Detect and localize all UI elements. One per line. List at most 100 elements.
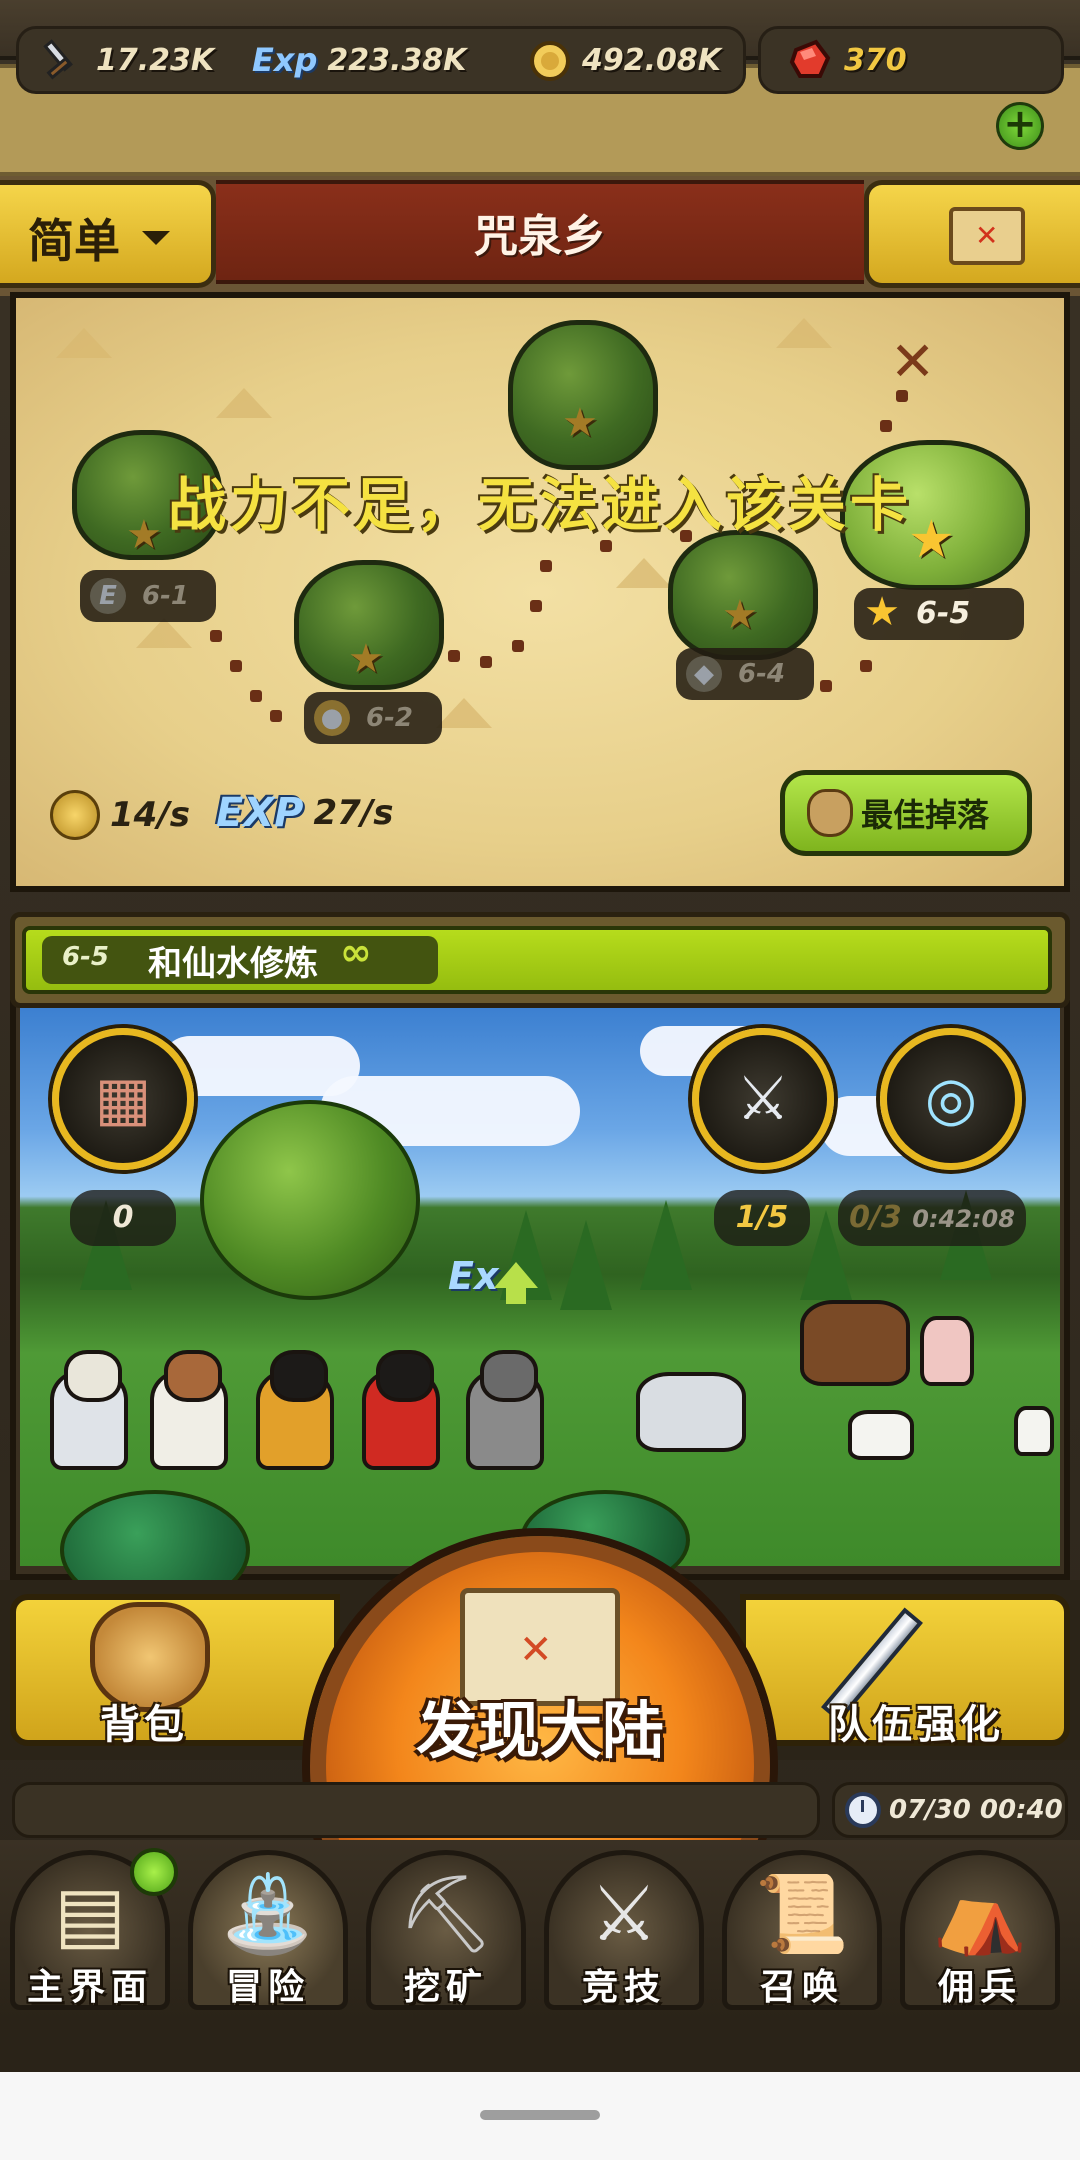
best-drop-label: 最佳掉落	[861, 796, 990, 834]
bottom-fill	[0, 2020, 1080, 2072]
path-dot	[448, 650, 460, 662]
stage-tag-current: ★ 6-5	[854, 588, 1024, 640]
add-gems-button[interactable]: +	[996, 102, 1044, 150]
treasure-x-mark: ✕	[890, 330, 936, 393]
world-map-button[interactable]	[864, 180, 1080, 288]
star-icon: ★	[348, 636, 384, 682]
stage-label: 6-4	[738, 659, 785, 689]
pine-tree	[560, 1220, 612, 1310]
exp-value: 223.38K	[327, 42, 467, 78]
island-icon: ⛲	[220, 1869, 316, 1958]
hero-head	[270, 1350, 328, 1402]
mountain-decor	[436, 698, 492, 728]
stage-tag: E 6-1	[80, 570, 216, 622]
arrow-up-stem	[506, 1286, 526, 1304]
path-dot	[860, 660, 872, 672]
difficulty-label: 简单	[28, 214, 120, 268]
attack-value: 17.23K	[96, 42, 215, 78]
home-gesture-pill[interactable]	[480, 2110, 600, 2120]
notification-dot	[130, 1848, 178, 1896]
exp-resource: Exp 223.38K	[252, 34, 466, 86]
star-gold-icon: ★	[864, 589, 900, 635]
gold-rate: 14/s	[50, 790, 190, 840]
mountain-decor	[56, 328, 112, 358]
coin-icon: ●	[314, 700, 350, 736]
nav-arena[interactable]: ⚔ 竞技	[536, 1846, 712, 2010]
hero-head	[64, 1350, 122, 1402]
gem-resource: 370	[786, 34, 907, 86]
nav-home[interactable]: ▤ 主界面	[2, 1846, 178, 2010]
map-fragment-button[interactable]: ▦	[52, 1028, 194, 1170]
gold-value: 492.08K	[582, 42, 722, 78]
path-dot	[530, 600, 542, 612]
stage-tag: ● 6-2	[304, 692, 442, 744]
game-screen: 17.23K Exp 223.38K 492.08K 370 + 简单 咒泉乡	[0, 0, 1080, 2160]
path-dot	[250, 690, 262, 702]
hero-character	[50, 1350, 128, 1470]
sword-icon: ⚔	[736, 1064, 790, 1134]
pickaxe-icon: ⛏	[397, 1869, 495, 1958]
chevron-down-icon	[142, 231, 170, 245]
team-upgrade-label: 队伍强化	[828, 1702, 1004, 1748]
nav-adventure[interactable]: ⛲ 冒险	[180, 1846, 356, 2010]
best-drop-button[interactable]: 最佳掉落	[780, 770, 1032, 856]
pine-tree	[640, 1200, 692, 1290]
path-dot	[820, 680, 832, 692]
infinity-icon: ∞	[340, 930, 372, 974]
hero-head	[480, 1350, 538, 1402]
path-dot	[210, 630, 222, 642]
equipment-icon: E	[90, 578, 126, 614]
loot-bag-icon	[807, 789, 853, 837]
mountain-decor	[216, 388, 272, 418]
hero-character	[150, 1350, 228, 1470]
quest-stage: 6-5	[62, 942, 109, 972]
search-status: 0/3 0:42:08	[838, 1190, 1026, 1246]
path-dot	[270, 710, 282, 722]
gold-rate-text: 14/s	[110, 795, 190, 835]
stage-label: 6-1	[142, 581, 189, 611]
search-button[interactable]: ◎	[880, 1028, 1022, 1170]
mountain-decor	[136, 618, 192, 648]
search-timer: 0:42:08	[912, 1205, 1015, 1233]
battle-button[interactable]: ⚔	[692, 1028, 834, 1170]
path-dot	[480, 656, 492, 668]
attack-resource: 17.23K	[36, 34, 214, 86]
nav-label: 挖矿	[403, 1967, 488, 2008]
bag-label: 背包	[100, 1702, 188, 1748]
sword-icon	[43, 39, 73, 80]
coin-icon	[530, 41, 570, 81]
hero-character	[362, 1350, 440, 1470]
nav-label: 佣兵	[937, 1967, 1022, 2008]
nav-summon[interactable]: 📜 召唤	[714, 1846, 890, 2010]
stage-bush	[508, 320, 658, 470]
stage-tag: ◆ 6-4	[676, 648, 814, 700]
battle-count: 1/5	[714, 1190, 810, 1246]
nav-label: 冒险	[225, 1967, 310, 2008]
difficulty-dropdown[interactable]: 简单	[0, 180, 216, 288]
ruby-icon	[789, 39, 831, 78]
path-dot	[880, 420, 892, 432]
hero-head	[376, 1350, 434, 1402]
stage-label: 6-2	[366, 703, 413, 733]
exp-rate-text: 27/s	[313, 793, 394, 833]
hero-head	[164, 1350, 222, 1402]
path-dot	[230, 660, 242, 672]
summon-scroll-icon: 📜	[754, 1869, 850, 1958]
coin-icon	[50, 790, 100, 840]
path-dot	[540, 560, 552, 572]
region-title: 咒泉乡	[474, 211, 606, 262]
nav-mercenary[interactable]: ⛺ 佣兵	[892, 1846, 1068, 2010]
nav-label: 召唤	[759, 1967, 844, 2008]
nav-mining[interactable]: ⛏ 挖矿	[358, 1846, 534, 2010]
arrow-up-icon	[494, 1262, 538, 1288]
hero-character	[256, 1350, 334, 1470]
gem-value: 370	[844, 42, 907, 78]
horse-sprite	[800, 1300, 910, 1386]
loot-bag-icon: ◆	[686, 656, 722, 692]
map-fragment-count: 0	[70, 1190, 176, 1246]
star-icon: ★	[722, 592, 758, 638]
search-count: 0/3	[849, 1200, 902, 1235]
star-icon: ★	[562, 400, 598, 446]
crossed-swords-icon: ⚔	[589, 1869, 659, 1958]
clock-text: 07/30 00:40	[889, 1795, 1063, 1825]
